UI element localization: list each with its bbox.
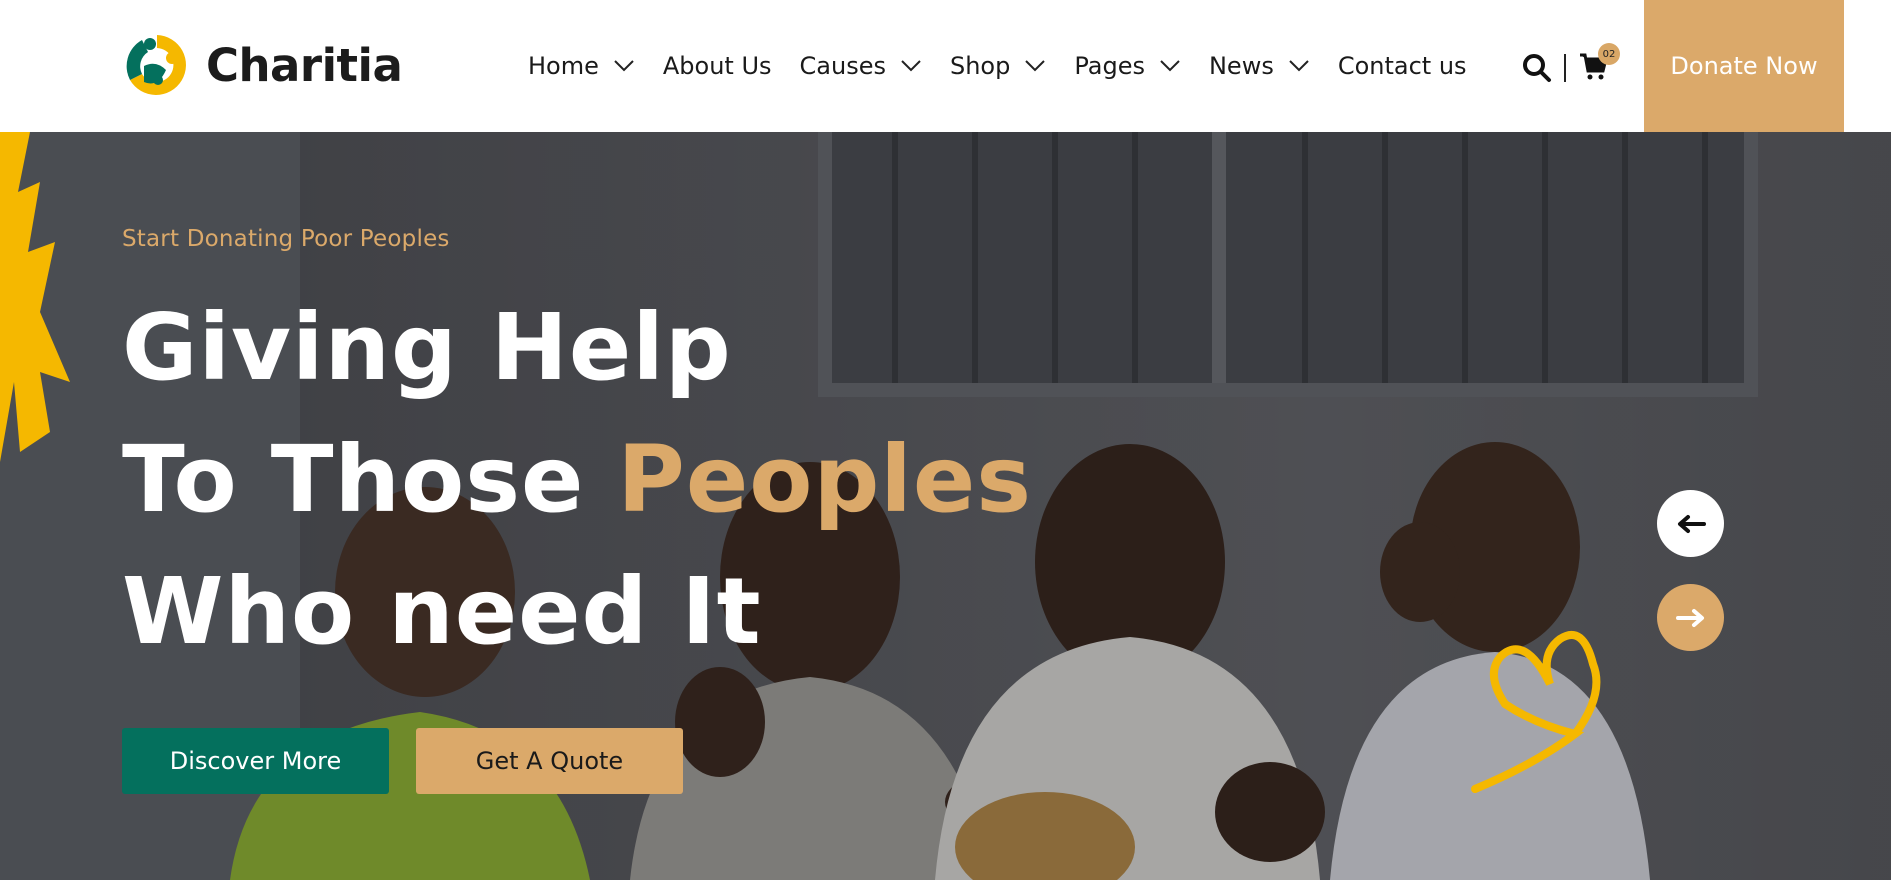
nav-item-about[interactable]: About Us	[663, 52, 772, 80]
nav-item-pages[interactable]: Pages	[1074, 52, 1181, 80]
chevron-down-icon	[1289, 60, 1309, 72]
header-tools: 02	[1522, 43, 1620, 88]
chevron-down-icon	[614, 60, 634, 72]
nav-item-news[interactable]: News	[1209, 52, 1310, 80]
nav-item-label: Causes	[799, 52, 886, 80]
arrow-right-icon	[1675, 608, 1704, 627]
brand-logo[interactable]: Charitia	[122, 30, 403, 100]
hero-headline-accent: Peoples	[617, 426, 1032, 533]
slider-next-button[interactable]	[1657, 584, 1724, 651]
hero-headline: Giving Help To Those Peoples Who need It	[122, 282, 1032, 678]
brand-name: Charitia	[206, 38, 403, 92]
decorative-brush-stroke	[0, 132, 70, 462]
nav-item-shop[interactable]: Shop	[950, 52, 1046, 80]
slider-prev-button[interactable]	[1657, 490, 1724, 557]
chevron-down-icon	[1025, 60, 1046, 72]
chevron-down-icon	[901, 60, 921, 72]
hero-headline-line-2: To Those	[122, 426, 618, 533]
nav-item-label: Pages	[1074, 52, 1145, 80]
nav-item-label: Contact us	[1337, 52, 1467, 80]
nav-item-label: Shop	[949, 52, 1011, 80]
nav-item-label: About Us	[662, 52, 772, 80]
hero-headline-line-3: Who need It	[122, 558, 762, 665]
hero-eyebrow: Start Donating Poor Peoples	[122, 226, 450, 252]
chevron-down-icon	[1160, 60, 1180, 72]
cart-count-badge: 02	[1598, 43, 1620, 65]
tools-divider	[1564, 54, 1566, 82]
discover-more-button[interactable]: Discover More	[122, 728, 389, 794]
nav-item-contact[interactable]: Contact us	[1338, 52, 1467, 80]
nav-item-label: Home	[528, 52, 599, 80]
nav-item-home[interactable]: Home	[528, 52, 635, 80]
nav-item-causes[interactable]: Causes	[800, 52, 922, 80]
hero-headline-line-1: Giving Help	[122, 294, 732, 401]
site-header: Charitia Home About Us Causes Shop Pages…	[0, 0, 1891, 132]
hero-slider: Start Donating Poor Peoples Giving Help …	[0, 132, 1891, 880]
heart-doodle-icon	[1471, 630, 1601, 793]
search-icon[interactable]	[1522, 53, 1552, 83]
arrow-left-icon	[1677, 514, 1706, 533]
cart-button[interactable]: 02	[1578, 43, 1620, 85]
nav-item-label: News	[1208, 52, 1274, 80]
main-nav: Home About Us Causes Shop Pages News Con…	[528, 48, 1495, 84]
get-a-quote-button[interactable]: Get A Quote	[416, 728, 683, 794]
donate-now-button[interactable]: Donate Now	[1644, 0, 1844, 132]
logo-mark-icon	[126, 35, 186, 95]
